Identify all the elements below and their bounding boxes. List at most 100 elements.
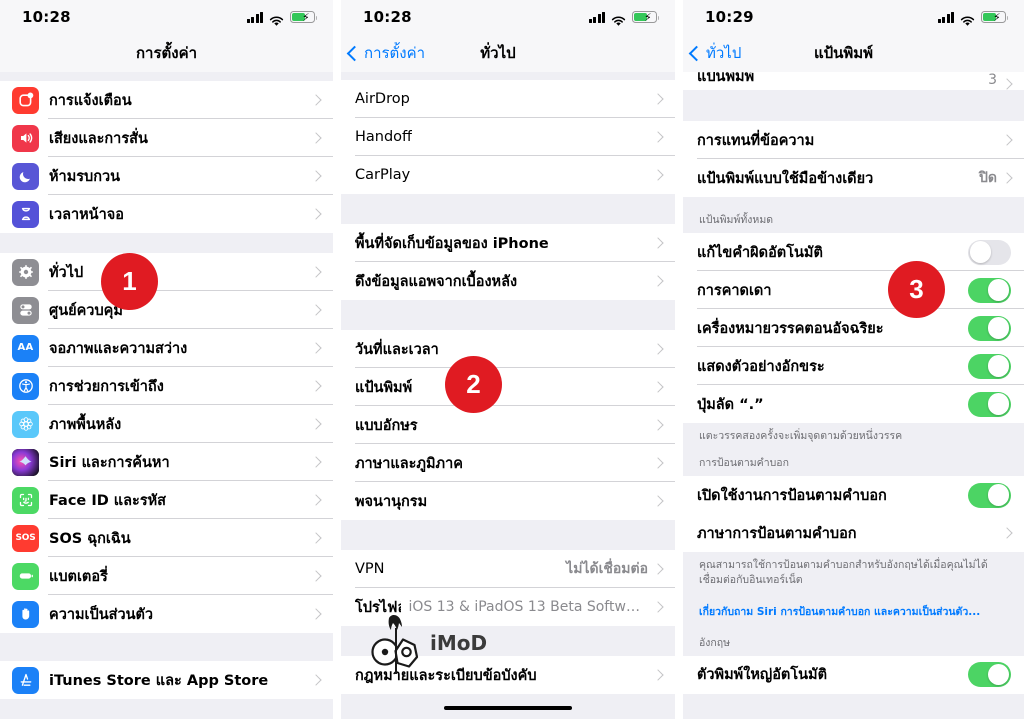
wifi-icon bbox=[269, 12, 284, 26]
general-group-storage: พื้นที่จัดเก็บข้อมูลของ iPhone ดึงข้อมูล… bbox=[341, 224, 675, 300]
back-button-general[interactable]: ทั่วไป bbox=[683, 41, 741, 65]
general-row-airdrop[interactable]: AirDrop bbox=[341, 80, 675, 118]
keyboard-row-label: เครื่องหมายวรรคตอนอัจฉริยะ bbox=[697, 320, 884, 337]
general-row-label: AirDrop bbox=[355, 91, 410, 107]
keyboard-list[interactable]: แป้นพิมพ์ 3 การแทนที่ข้อความ แป้นพิมพ์แบ… bbox=[683, 72, 1024, 719]
keyboard-row-label: ภาษาการป้อนตามคำบอก bbox=[697, 525, 857, 542]
toggle-enable-dictation[interactable] bbox=[968, 482, 1011, 508]
settings-list[interactable]: การแจ้งเตือน เสียงและการสั่น ห้ามรบกวน เ… bbox=[0, 72, 333, 719]
settings-row-general[interactable]: ทั่วไป bbox=[0, 253, 333, 291]
keyboard-row-auto-correction[interactable]: แก้ไขคำผิดอัตโนมัติ bbox=[683, 233, 1024, 271]
status-bar: 10:28 ⚡ bbox=[0, 0, 333, 34]
keyboard-group-keyboards: แป้นพิมพ์ 3 bbox=[683, 72, 1024, 90]
settings-group-stores: iTunes Store และ App Store bbox=[0, 661, 333, 699]
section-header-all-keyboards: แป้นพิมพ์ทั้งหมด bbox=[683, 197, 1024, 233]
keyboard-row-smart-punctuation[interactable]: เครื่องหมายวรรคตอนอัจฉริยะ bbox=[683, 309, 1024, 347]
general-row-iphone-storage[interactable]: พื้นที่จัดเก็บข้อมูลของ iPhone bbox=[341, 224, 675, 262]
emergency-sos-icon: SOS bbox=[12, 524, 39, 552]
dictation-privacy-link[interactable]: เกี่ยวกับถาม Siri การป้อนตามคำบอก และควา… bbox=[683, 596, 1024, 628]
chevron-right-icon bbox=[652, 457, 664, 469]
settings-row-display-brightness[interactable]: AA จอภาพและความสว่าง bbox=[0, 329, 333, 367]
general-row-language-region[interactable]: ภาษาและภูมิภาค bbox=[341, 444, 675, 482]
status-bar: 10:29 ⚡ bbox=[683, 0, 1024, 34]
keyboard-row-keyboards[interactable]: แป้นพิมพ์ 3 bbox=[683, 72, 1024, 90]
nav-bar: ทั่วไป แป้นพิมพ์ bbox=[683, 34, 1024, 72]
general-row-label: แบบอักษร bbox=[355, 417, 418, 434]
general-row-background-app-refresh[interactable]: ดึงข้อมูลแอพจากเบื้องหลัง bbox=[341, 262, 675, 300]
home-indicator bbox=[341, 705, 675, 710]
settings-row-privacy[interactable]: ความเป็นส่วนตัว bbox=[0, 595, 333, 633]
toggle-predictive[interactable] bbox=[968, 277, 1011, 303]
keyboard-row-label: แก้ไขคำผิดอัตโนมัติ bbox=[697, 244, 823, 261]
settings-row-label: การช่วยการเข้าถึง bbox=[49, 378, 164, 395]
keyboard-row-value: 3 bbox=[988, 72, 997, 88]
chevron-right-icon bbox=[652, 563, 664, 575]
section-footer-dictation: คุณสามารถใช้การป้อนตามคำบอกสำหรับอังกฤษไ… bbox=[683, 552, 1024, 597]
settings-row-emergency-sos[interactable]: SOS SOS ฉุกเฉิน bbox=[0, 519, 333, 557]
keyboard-row-label: ปุ่มลัด “.” bbox=[697, 396, 764, 413]
settings-row-notifications[interactable]: การแจ้งเตือน bbox=[0, 81, 333, 119]
section-gap bbox=[0, 633, 333, 661]
settings-row-label: ทั่วไป bbox=[49, 264, 84, 281]
toggle-auto-correction[interactable] bbox=[968, 239, 1011, 265]
settings-row-itunes-app-store[interactable]: iTunes Store และ App Store bbox=[0, 661, 333, 699]
keyboard-row-dictation-languages[interactable]: ภาษาการป้อนตามคำบอก bbox=[683, 514, 1024, 553]
chevron-right-icon bbox=[310, 380, 322, 392]
general-list[interactable]: AirDrop Handoff CarPlay พื้นที่จัดเก็บข้… bbox=[341, 72, 675, 719]
settings-row-sounds[interactable]: เสียงและการสั่น bbox=[0, 119, 333, 157]
general-row-vpn[interactable]: VPN ไม่ได้เชื่อมต่อ bbox=[341, 550, 675, 588]
status-bar: 10:28 ⚡ bbox=[341, 0, 675, 34]
step-badge-2: 2 bbox=[445, 356, 502, 413]
chevron-right-icon bbox=[310, 208, 322, 220]
general-row-label: VPN bbox=[355, 561, 385, 577]
keyboard-row-text-replacement[interactable]: การแทนที่ข้อความ bbox=[683, 121, 1024, 159]
settings-row-screen-time[interactable]: เวลาหน้าจอ bbox=[0, 195, 333, 233]
general-group-localization: วันที่และเวลา แป้นพิมพ์ แบบอักษร ภาษาและ… bbox=[341, 330, 675, 520]
control-center-icon bbox=[12, 296, 39, 324]
settings-row-control-center[interactable]: ศูนย์ควบคุม bbox=[0, 291, 333, 329]
keyboard-row-character-preview[interactable]: แสดงตัวอย่างอักขระ bbox=[683, 347, 1024, 385]
general-row-date-time[interactable]: วันที่และเวลา bbox=[341, 330, 675, 368]
settings-row-face-id[interactable]: Face ID และรหัส bbox=[0, 481, 333, 519]
toggle-character-preview[interactable] bbox=[968, 353, 1011, 379]
keyboard-row-predictive[interactable]: การคาดเดา bbox=[683, 271, 1024, 309]
chevron-right-icon bbox=[1001, 134, 1013, 146]
status-time: 10:28 bbox=[22, 8, 71, 26]
settings-row-label: เวลาหน้าจอ bbox=[49, 206, 124, 223]
settings-group-notifications: การแจ้งเตือน เสียงและการสั่น ห้ามรบกวน เ… bbox=[0, 81, 333, 233]
settings-row-do-not-disturb[interactable]: ห้ามรบกวน bbox=[0, 157, 333, 195]
toggle-auto-capitalization[interactable] bbox=[968, 662, 1011, 688]
keyboard-row-one-handed[interactable]: แป้นพิมพ์แบบใช้มือข้างเดียว ปิด bbox=[683, 159, 1024, 197]
chevron-left-icon bbox=[688, 45, 705, 61]
settings-row-label: Siri และการค้นหา bbox=[49, 454, 170, 471]
keyboard-row-label: ตัวพิมพ์ใหญ่อัตโนมัติ bbox=[697, 667, 828, 684]
three-phone-screenshots: 10:28 ⚡ การตั้งค่า การแจ้งเตือน เสียงและ… bbox=[0, 0, 1024, 719]
notifications-icon bbox=[12, 86, 39, 114]
general-row-dictionary[interactable]: พจนานุกรม bbox=[341, 482, 675, 520]
do-not-disturb-icon bbox=[12, 162, 39, 190]
settings-row-label: เสียงและการสั่น bbox=[49, 130, 148, 147]
general-row-profile[interactable]: โปรไฟล์ iOS 13 & iPadOS 13 Beta Software… bbox=[341, 588, 675, 626]
keyboard-row-label: การคาดเดา bbox=[697, 282, 772, 299]
general-row-carplay[interactable]: CarPlay bbox=[341, 156, 675, 194]
phone-screen-general: 10:28 ⚡ การตั้งค่า ทั่วไป AirDrop Handof… bbox=[341, 0, 675, 719]
chevron-right-icon bbox=[310, 132, 322, 144]
general-row-label: กฎหมายและระเบียบข้อบังคับ bbox=[355, 667, 537, 684]
general-row-legal-regulatory[interactable]: กฎหมายและระเบียบข้อบังคับ bbox=[341, 656, 675, 694]
toggle-smart-punctuation[interactable] bbox=[968, 315, 1011, 341]
keyboard-row-auto-capitalization[interactable]: ตัวพิมพ์ใหญ่อัตโนมัติ bbox=[683, 655, 1024, 694]
keyboard-row-enable-dictation[interactable]: เปิดใช้งานการป้อนตามคำบอก bbox=[683, 476, 1024, 515]
back-button-settings[interactable]: การตั้งค่า bbox=[341, 41, 425, 65]
general-group-legal: กฎหมายและระเบียบข้อบังคับ bbox=[341, 656, 675, 694]
settings-row-wallpaper[interactable]: ภาพพื้นหลัง bbox=[0, 405, 333, 443]
settings-row-accessibility[interactable]: การช่วยการเข้าถึง bbox=[0, 367, 333, 405]
general-row-keyboard[interactable]: แป้นพิมพ์ bbox=[341, 368, 675, 406]
general-row-fonts[interactable]: แบบอักษร bbox=[341, 406, 675, 444]
settings-row-siri-search[interactable]: Siri และการค้นหา bbox=[0, 443, 333, 481]
keyboard-row-period-shortcut[interactable]: ปุ่มลัด “.” bbox=[683, 385, 1024, 423]
general-row-handoff[interactable]: Handoff bbox=[341, 118, 675, 156]
toggle-period-shortcut[interactable] bbox=[968, 391, 1011, 417]
battery-charging-icon: ⚡ bbox=[632, 11, 660, 24]
settings-row-battery[interactable]: แบตเตอรี่ bbox=[0, 557, 333, 595]
settings-row-label: ภาพพื้นหลัง bbox=[49, 416, 122, 433]
